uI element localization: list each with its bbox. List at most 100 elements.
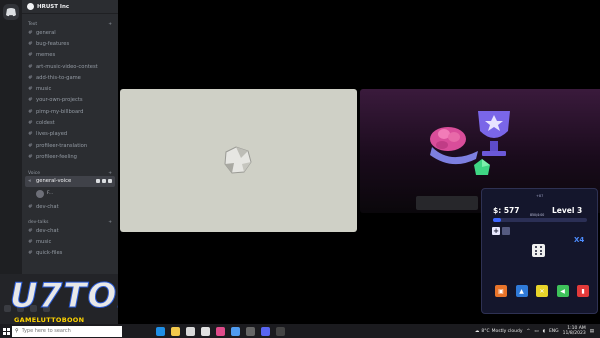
channel-label: profileer-feeling	[36, 153, 77, 160]
level-progress-bar	[493, 218, 587, 222]
search-input[interactable]	[21, 328, 117, 334]
channel-label: music	[36, 86, 52, 93]
store-icon[interactable]	[186, 326, 195, 336]
network-icon[interactable]: ▭	[534, 329, 538, 334]
channel-item[interactable]: # dev-chat	[22, 225, 118, 236]
obs-icon[interactable]	[276, 326, 285, 336]
shuffle-icon[interactable]: ✕	[536, 285, 548, 297]
exit-icon[interactable]: ▮	[577, 285, 589, 297]
gear-icon[interactable]	[108, 179, 112, 184]
channel-label: dev-chat	[36, 203, 59, 210]
hash-icon: #	[28, 86, 33, 93]
windows-start-icon[interactable]	[0, 324, 12, 338]
plus-button[interactable]: +	[492, 227, 500, 235]
chevron-up-icon[interactable]: ^	[527, 329, 531, 334]
channel-item[interactable]: # memes	[22, 50, 118, 61]
channel-item[interactable]: # music	[22, 236, 118, 247]
level-indicator: Level 3	[552, 206, 583, 215]
hash-icon: #	[28, 40, 33, 47]
member-name: F...	[47, 191, 54, 197]
channel-label: profileer-translation	[36, 142, 88, 149]
invite-icon[interactable]	[102, 179, 106, 184]
hash-icon: #	[28, 52, 33, 59]
clock[interactable]: 1:10 AM 11/8/2023	[563, 326, 586, 336]
action-buttons: ▣ ▲ ✕ ◀ ▮	[495, 285, 589, 297]
progress-label: 850/4:00	[530, 213, 545, 217]
notification-icon[interactable]: ▤	[590, 329, 594, 334]
search-icon: ⚲	[15, 328, 19, 334]
channel-label: coldest	[36, 120, 55, 127]
dice-icon[interactable]	[532, 244, 545, 257]
hash-icon: #	[28, 29, 33, 36]
hash-icon: #	[28, 131, 33, 138]
channel-item[interactable]: # quick-files	[22, 248, 118, 259]
watermark-subtext: GAMELUTTOBOON	[14, 316, 85, 324]
edge-icon[interactable]	[156, 326, 165, 336]
hash-icon: #	[28, 63, 33, 70]
minus-button[interactable]	[502, 227, 510, 235]
video-tile-left[interactable]	[120, 89, 357, 232]
channel-item[interactable]: # lives-played	[22, 129, 118, 140]
voice-member[interactable]: F...	[22, 187, 118, 201]
channel-item[interactable]: # music	[22, 83, 118, 94]
terminal-icon[interactable]	[246, 326, 255, 336]
channel-item[interactable]: # pimp-my-billboard	[22, 106, 118, 117]
money-counter: $: 577	[493, 206, 520, 215]
discord-icon	[6, 8, 16, 17]
temperature: 8°C	[481, 328, 490, 334]
chat-icon[interactable]	[96, 179, 100, 184]
hash-icon: #	[28, 97, 33, 104]
score-delta: +87	[536, 194, 544, 198]
channel-item[interactable]: # coldest	[22, 117, 118, 128]
channel-item[interactable]: # dev-chat	[22, 201, 118, 212]
discord-home-button[interactable]	[3, 4, 19, 20]
file-explorer-icon[interactable]	[171, 326, 180, 336]
cloud-icon: ☁	[474, 328, 480, 334]
hash-icon: #	[28, 108, 33, 115]
mail-icon[interactable]	[201, 326, 210, 336]
channel-label: your-own-projects	[36, 97, 83, 104]
taskbar-search[interactable]: ⚲	[12, 325, 122, 337]
channel-label: general-voice	[36, 178, 72, 185]
category-label: dev-talks	[28, 220, 49, 226]
add-channel-icon[interactable]: +	[108, 220, 112, 225]
channel-item[interactable]: # profileer-translation	[22, 140, 118, 151]
chrome-icon[interactable]	[231, 326, 240, 336]
hash-icon: #	[28, 153, 33, 160]
channel-item[interactable]: # bug-features	[22, 38, 118, 49]
language-indicator[interactable]: ENG	[549, 329, 559, 334]
channel-label: dev-chat	[36, 227, 59, 234]
hash-icon: #	[28, 227, 33, 234]
weather-widget[interactable]: ☁ 8°C Mostly cloudy	[475, 329, 523, 334]
add-channel-icon[interactable]: +	[108, 22, 112, 27]
rock-icon	[224, 146, 252, 174]
voice-channel-item[interactable]: ◂ general-voice	[25, 175, 115, 187]
cart-icon[interactable]: ▣	[495, 285, 507, 297]
progress-fill	[493, 218, 501, 222]
sound-icon[interactable]: ◀	[556, 285, 569, 297]
screen: HRUST Inc Text + # general # bug-features …	[0, 0, 600, 338]
multiplier: X4	[574, 236, 585, 244]
game-overlay[interactable]: +87 $: 577 Level 3 850/4:00 + X4 ▣ ▲ ✕ ◀…	[481, 188, 598, 314]
channel-label: bug-features	[36, 40, 70, 47]
category-voice[interactable]: Voice +	[22, 171, 118, 176]
hash-icon: #	[28, 142, 33, 149]
discord-taskbar-icon[interactable]	[261, 326, 270, 336]
channel-item[interactable]: # your-own-projects	[22, 95, 118, 106]
channel-label: lives-played	[36, 131, 68, 138]
volume-icon[interactable]: ◖	[543, 329, 545, 334]
add-channel-icon[interactable]: +	[108, 171, 112, 176]
system-tray: ☁ 8°C Mostly cloudy ^ ▭ ◖ ENG 1:10 AM 11…	[475, 326, 600, 336]
channel-label: art-music-video-contest	[36, 63, 98, 70]
channel-item[interactable]: # profileer-feeling	[22, 151, 118, 162]
channel-item[interactable]: # art-music-video-contest	[22, 61, 118, 72]
category-label: Text	[28, 22, 38, 27]
person-icon[interactable]: ▲	[515, 285, 528, 297]
hash-icon: #	[28, 239, 33, 246]
channel-item[interactable]: # add-this-to-game	[22, 72, 118, 83]
photos-icon[interactable]	[216, 326, 225, 336]
channel-label: quick-files	[36, 250, 63, 257]
channel-label: music	[36, 239, 52, 246]
server-header[interactable]: HRUST Inc	[22, 0, 118, 14]
channel-item[interactable]: # general	[22, 27, 118, 38]
